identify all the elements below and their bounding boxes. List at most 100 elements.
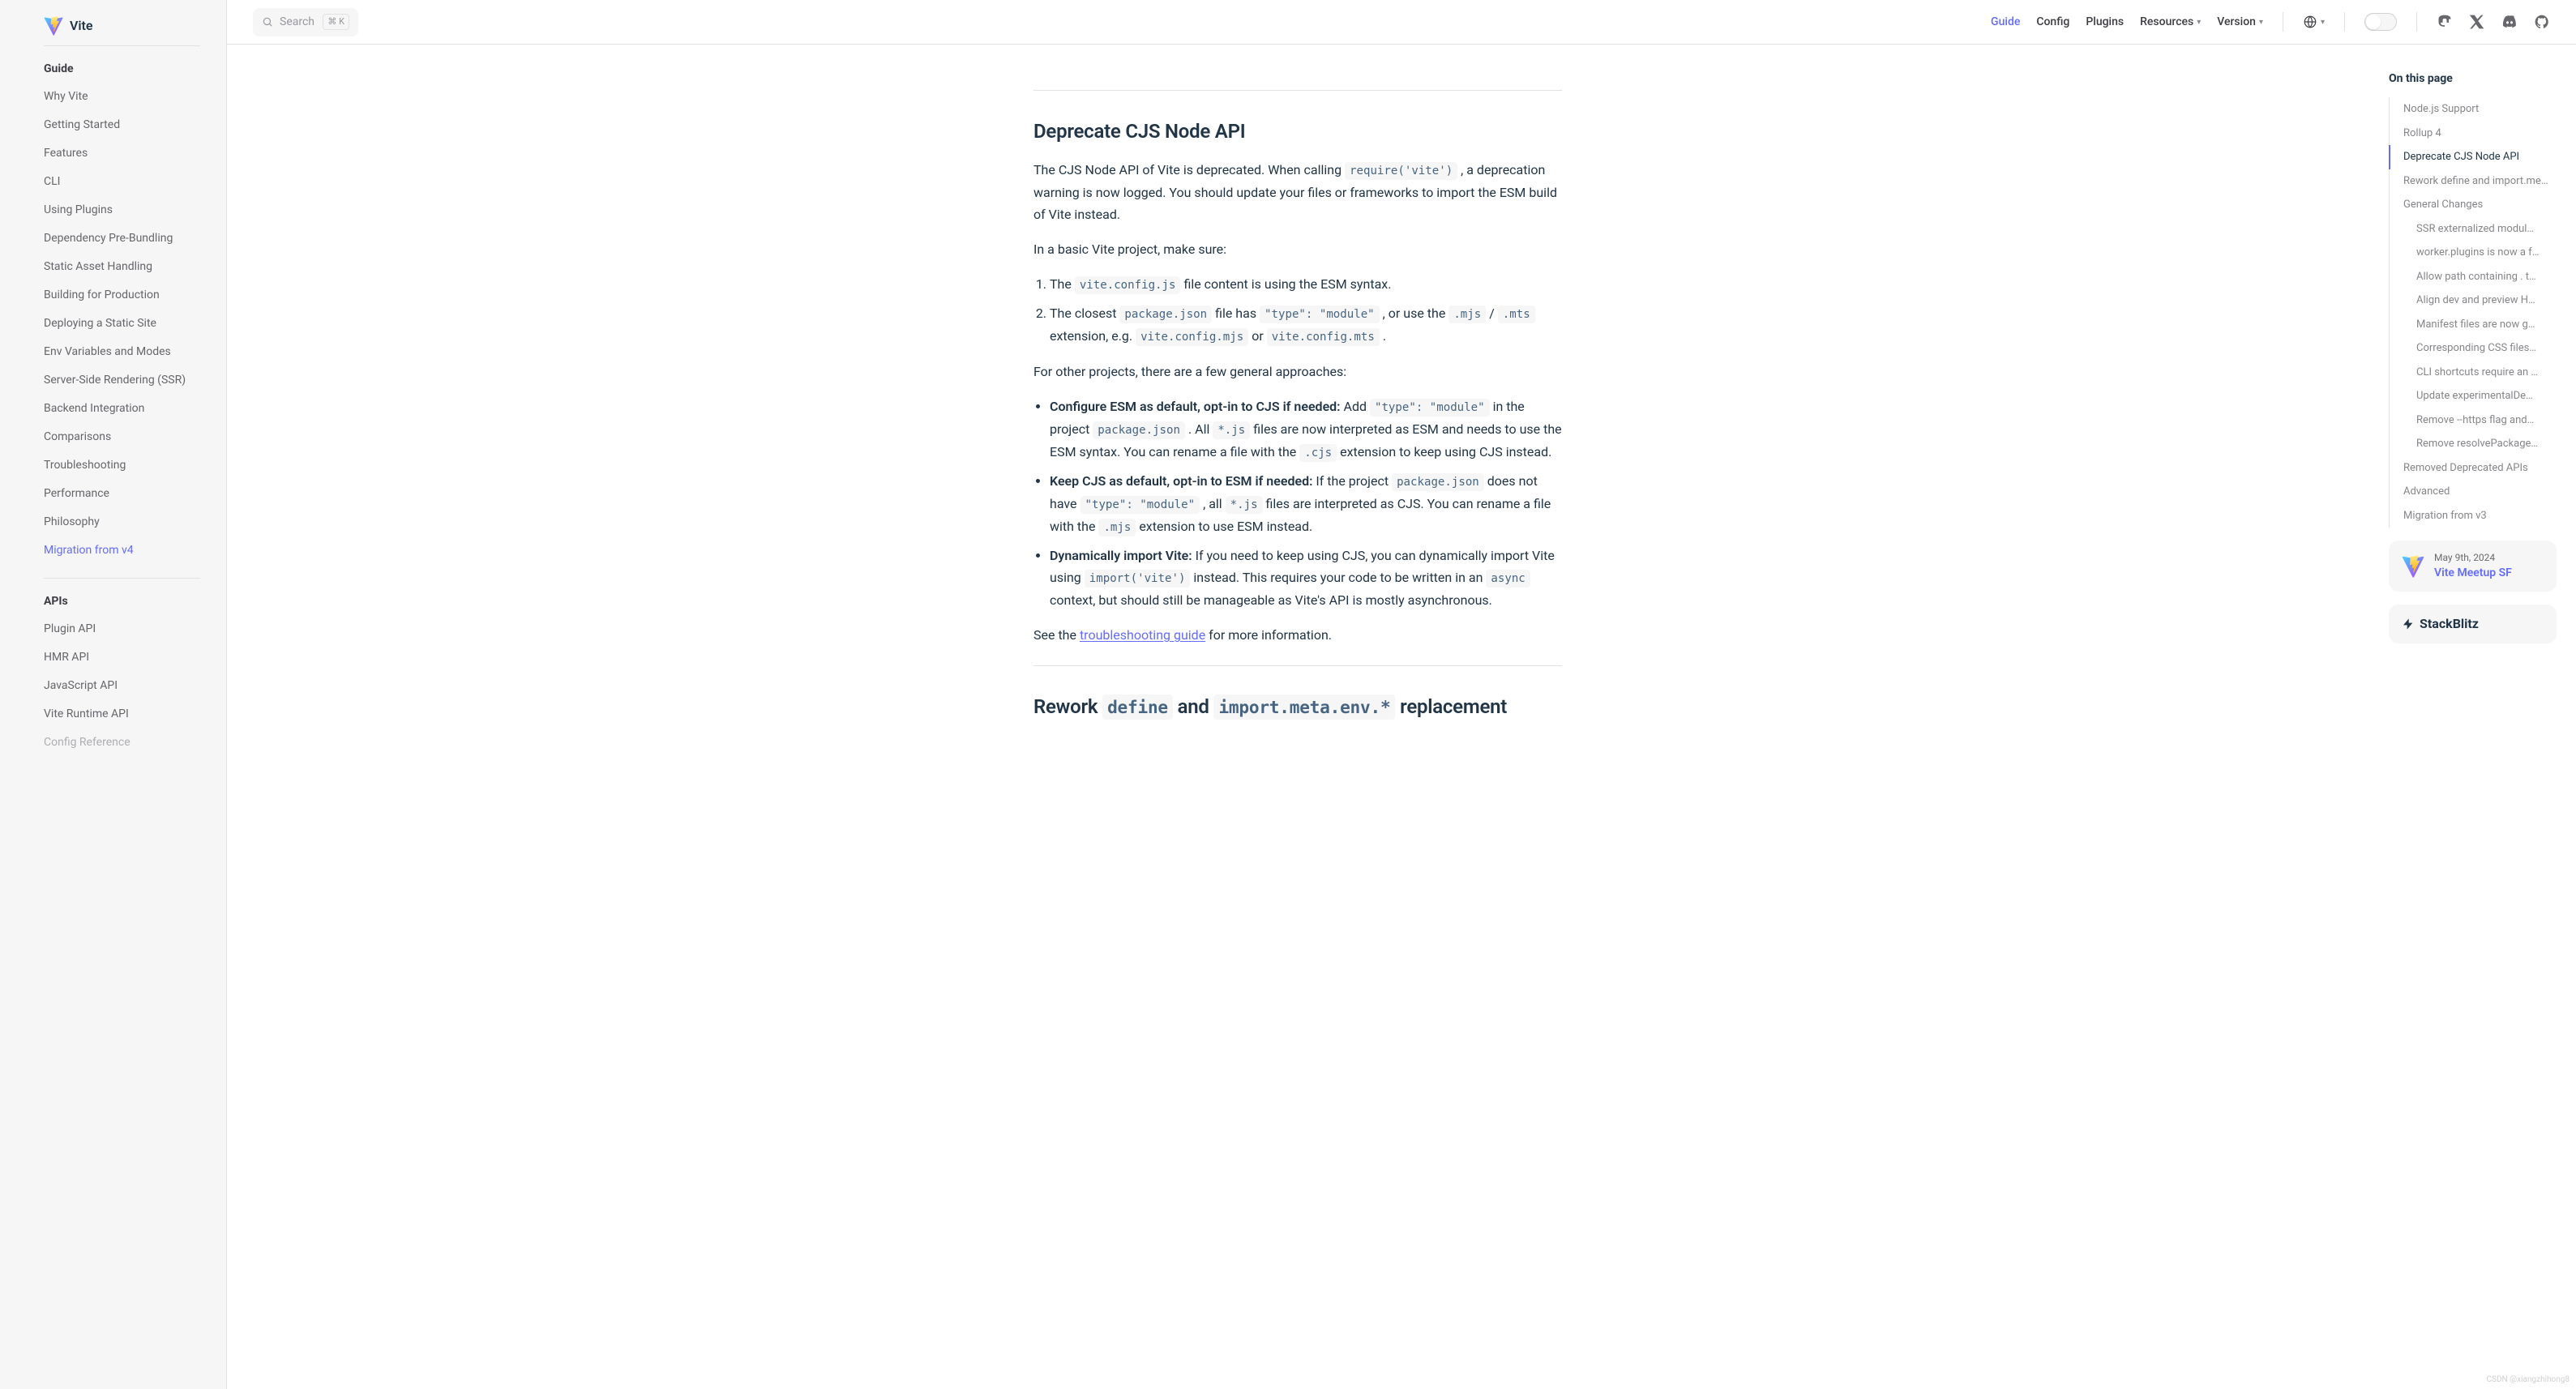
code-inline: *.js — [1213, 421, 1250, 439]
sidebar-link[interactable]: Performance — [44, 480, 200, 508]
sidebar-link[interactable]: Troubleshooting — [44, 451, 200, 480]
search-input[interactable]: Search ⌘ K — [253, 8, 358, 36]
promo-date: May 9th, 2024 — [2434, 550, 2512, 565]
outline-link[interactable]: Align dev and preview H… — [2389, 288, 2557, 313]
outline-link[interactable]: Rollup 4 — [2389, 122, 2557, 146]
outline-link[interactable]: worker.plugins is now a f… — [2389, 241, 2557, 265]
outline-link[interactable]: Node.js Support — [2389, 97, 2557, 122]
nav-plugins[interactable]: Plugins — [2086, 14, 2124, 31]
unordered-list: Configure ESM as default, opt-in to CJS … — [1033, 395, 1562, 611]
sidebar-link[interactable]: Backend Integration — [44, 395, 200, 423]
sidebar-link[interactable]: Plugin API — [44, 615, 200, 643]
code-inline: vite.config.mts — [1267, 328, 1380, 346]
sidebar: Vite Guide Why ViteGetting StartedFeatur… — [0, 0, 227, 1389]
sidebar-link[interactable]: Philosophy — [44, 508, 200, 536]
outline-link[interactable]: Removed Deprecated APIs — [2389, 456, 2557, 481]
outline-link[interactable]: Manifest files are now g… — [2389, 313, 2557, 337]
outline-link[interactable]: Corresponding CSS files… — [2389, 336, 2557, 361]
outline-link[interactable]: Rework define and import.me… — [2389, 169, 2557, 194]
sidebar-link[interactable]: CLI — [44, 168, 200, 196]
vite-logo-icon — [44, 16, 63, 36]
outline-link[interactable]: Update experimentalDe… — [2389, 384, 2557, 408]
outline-link[interactable]: Remove resolvePackage… — [2389, 432, 2557, 456]
outline-link[interactable]: SSR externalized modul… — [2389, 217, 2557, 241]
code-inline: package.json — [1119, 306, 1212, 323]
discord-icon[interactable] — [2501, 14, 2518, 30]
sidebar-link[interactable]: JavaScript API — [44, 672, 200, 700]
brand-logo[interactable]: Vite — [44, 13, 200, 46]
promo-title: Vite Meetup SF — [2434, 565, 2512, 582]
code-inline: async — [1486, 570, 1530, 588]
chevron-down-icon: ▾ — [2259, 16, 2263, 28]
code-inline: .mjs — [1098, 519, 1136, 536]
list-item: Dynamically import Vite: If you need to … — [1050, 545, 1562, 611]
top-nav: Search ⌘ K Guide Config Plugins Resource… — [227, 0, 2576, 45]
sidebar-divider — [44, 578, 200, 579]
nav-version[interactable]: Version ▾ — [2217, 14, 2263, 31]
sidebar-group-apis: APIs — [44, 593, 200, 610]
paragraph: For other projects, there are a few gene… — [1033, 361, 1562, 383]
sidebar-link[interactable]: Deploying a Static Site — [44, 310, 200, 338]
sidebar-link[interactable]: Comparisons — [44, 423, 200, 451]
paragraph: The CJS Node API of Vite is deprecated. … — [1033, 159, 1562, 225]
sidebar-link[interactable]: Env Variables and Modes — [44, 338, 200, 366]
code-inline: "type": "module" — [1260, 306, 1380, 323]
outline-link[interactable]: Advanced — [2389, 480, 2557, 504]
search-placeholder: Search — [280, 14, 315, 31]
nav-language[interactable]: ▾ — [2303, 15, 2325, 29]
list-item: The vite.config.js file content is using… — [1050, 273, 1562, 296]
sidebar-link[interactable]: Why Vite — [44, 83, 200, 111]
nav-guide[interactable]: Guide — [1991, 14, 2020, 31]
outline-aside: On this page Node.js SupportRollup 4Depr… — [2368, 45, 2576, 1389]
code-inline: .mjs — [1448, 306, 1486, 323]
outline-link[interactable]: Allow path containing . t… — [2389, 265, 2557, 289]
sidebar-link[interactable]: Getting Started — [44, 111, 200, 139]
sidebar-link[interactable]: Features — [44, 139, 200, 168]
outline-link[interactable]: Remove --https flag and… — [2389, 408, 2557, 433]
code-inline: package.json — [1093, 421, 1185, 439]
code-inline: vite.config.mjs — [1136, 328, 1248, 346]
outline-link[interactable]: CLI shortcuts require an … — [2389, 361, 2557, 385]
sidebar-link[interactable]: Migration from v4 — [44, 536, 200, 565]
github-icon[interactable] — [2534, 14, 2550, 30]
mastodon-icon[interactable] — [2437, 14, 2453, 30]
nav-config[interactable]: Config — [2036, 14, 2069, 31]
sidebar-link[interactable]: Config Reference — [44, 729, 200, 757]
code-inline: import('vite') — [1085, 570, 1191, 588]
ordered-list: The vite.config.js file content is using… — [1033, 273, 1562, 348]
x-icon[interactable] — [2469, 14, 2485, 30]
divider — [1033, 665, 1562, 666]
theme-toggle[interactable] — [2364, 13, 2397, 31]
nav-resources[interactable]: Resources ▾ — [2140, 14, 2201, 31]
heading-deprecate-cjs: Deprecate CJS Node API — [1033, 117, 1562, 146]
promo-meetup[interactable]: May 9th, 2024 Vite Meetup SF — [2389, 541, 2557, 592]
sidebar-link[interactable]: HMR API — [44, 643, 200, 672]
sidebar-link[interactable]: Using Plugins — [44, 196, 200, 224]
sidebar-link[interactable]: Server-Side Rendering (SSR) — [44, 366, 200, 395]
sidebar-link[interactable]: Static Asset Handling — [44, 253, 200, 281]
outline-title: On this page — [2389, 71, 2557, 88]
heading-rework-define: Rework define and import.meta.env.* repl… — [1033, 692, 1562, 721]
code-inline: "type": "module" — [1370, 399, 1490, 417]
sidebar-link[interactable]: Dependency Pre-Bundling — [44, 224, 200, 253]
code-inline: .mts — [1498, 306, 1535, 323]
outline-link[interactable]: Deprecate CJS Node API — [2389, 145, 2557, 169]
sidebar-link[interactable]: Building for Production — [44, 281, 200, 310]
code-inline: package.json — [1392, 473, 1484, 491]
code-inline: .cjs — [1299, 444, 1337, 462]
outline-link[interactable]: Migration from v3 — [2389, 504, 2557, 528]
outline-link[interactable]: General Changes — [2389, 193, 2557, 217]
list-item: Keep CJS as default, opt-in to ESM if ne… — [1050, 470, 1562, 538]
promo-stackblitz[interactable]: StackBlitz — [2389, 605, 2557, 643]
paragraph: See the troubleshooting guide for more i… — [1033, 624, 1562, 646]
nav-separator — [2416, 12, 2417, 32]
sidebar-items-guide: Why ViteGetting StartedFeaturesCLIUsing … — [44, 83, 200, 565]
search-icon — [262, 16, 273, 28]
sidebar-items-apis: Plugin APIHMR APIJavaScript APIVite Runt… — [44, 615, 200, 757]
sidebar-group-guide: Guide — [44, 61, 200, 78]
troubleshooting-link[interactable]: troubleshooting guide — [1080, 627, 1205, 643]
sidebar-link[interactable]: Vite Runtime API — [44, 700, 200, 729]
globe-icon — [2303, 15, 2317, 29]
chevron-down-icon: ▾ — [2197, 16, 2201, 28]
list-item: Configure ESM as default, opt-in to CJS … — [1050, 395, 1562, 464]
